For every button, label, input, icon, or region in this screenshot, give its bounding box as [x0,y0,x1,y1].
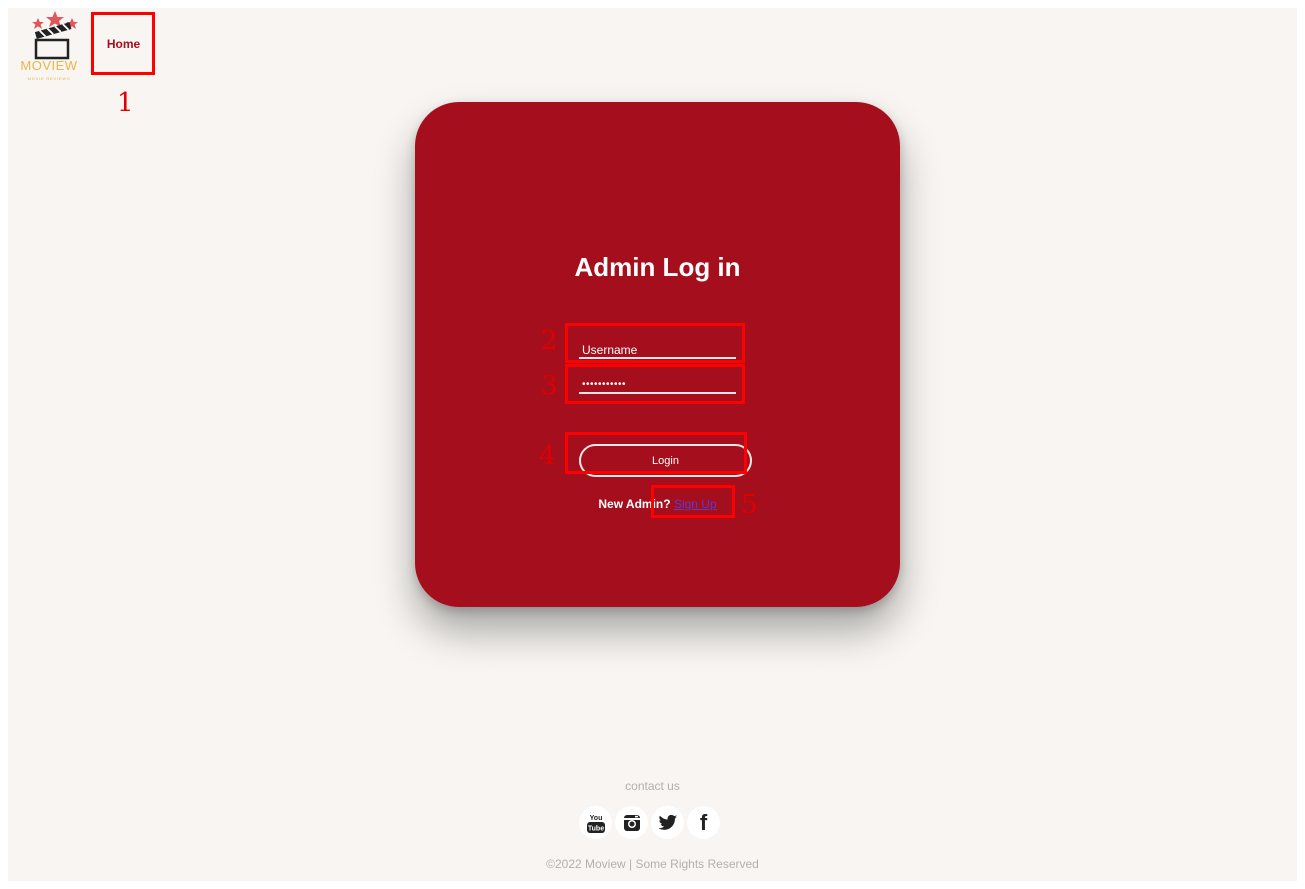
login-button[interactable]: Login [579,444,752,477]
password-field[interactable]: ••••••••••• [579,372,736,394]
logo-text: MOVIEW [20,58,78,73]
signup-prompt: New Admin? Sign Up [415,497,900,511]
login-card: Admin Log in Username ••••••••••• Login … [415,102,900,607]
page: MOVIEW MOVIE REVIEWS Home Admin Log in U… [8,8,1297,881]
clapperboard-stars-icon [32,11,78,60]
facebook-glyph: f [699,809,708,835]
social-links: You Tube f [579,806,720,839]
home-link[interactable]: Home [92,12,155,75]
signup-link[interactable]: Sign Up [674,497,717,511]
new-admin-text: New Admin? [598,497,671,511]
facebook-icon[interactable]: f [687,806,720,839]
contact-label: contact us [625,779,680,793]
youtube-icon[interactable]: You Tube [579,806,612,839]
login-title: Admin Log in [574,252,741,282]
youtube-text-bottom: Tube [587,825,603,832]
youtube-text-top: You [589,815,602,822]
logo-subtext: MOVIE REVIEWS [27,76,71,81]
moview-logo[interactable]: MOVIEW MOVIE REVIEWS [16,10,82,86]
twitter-icon[interactable] [651,806,684,839]
instagram-icon[interactable] [615,806,648,839]
copyright-text: ©2022 Moview | Some Rights Reserved [546,857,759,871]
username-field[interactable]: Username [579,337,736,359]
